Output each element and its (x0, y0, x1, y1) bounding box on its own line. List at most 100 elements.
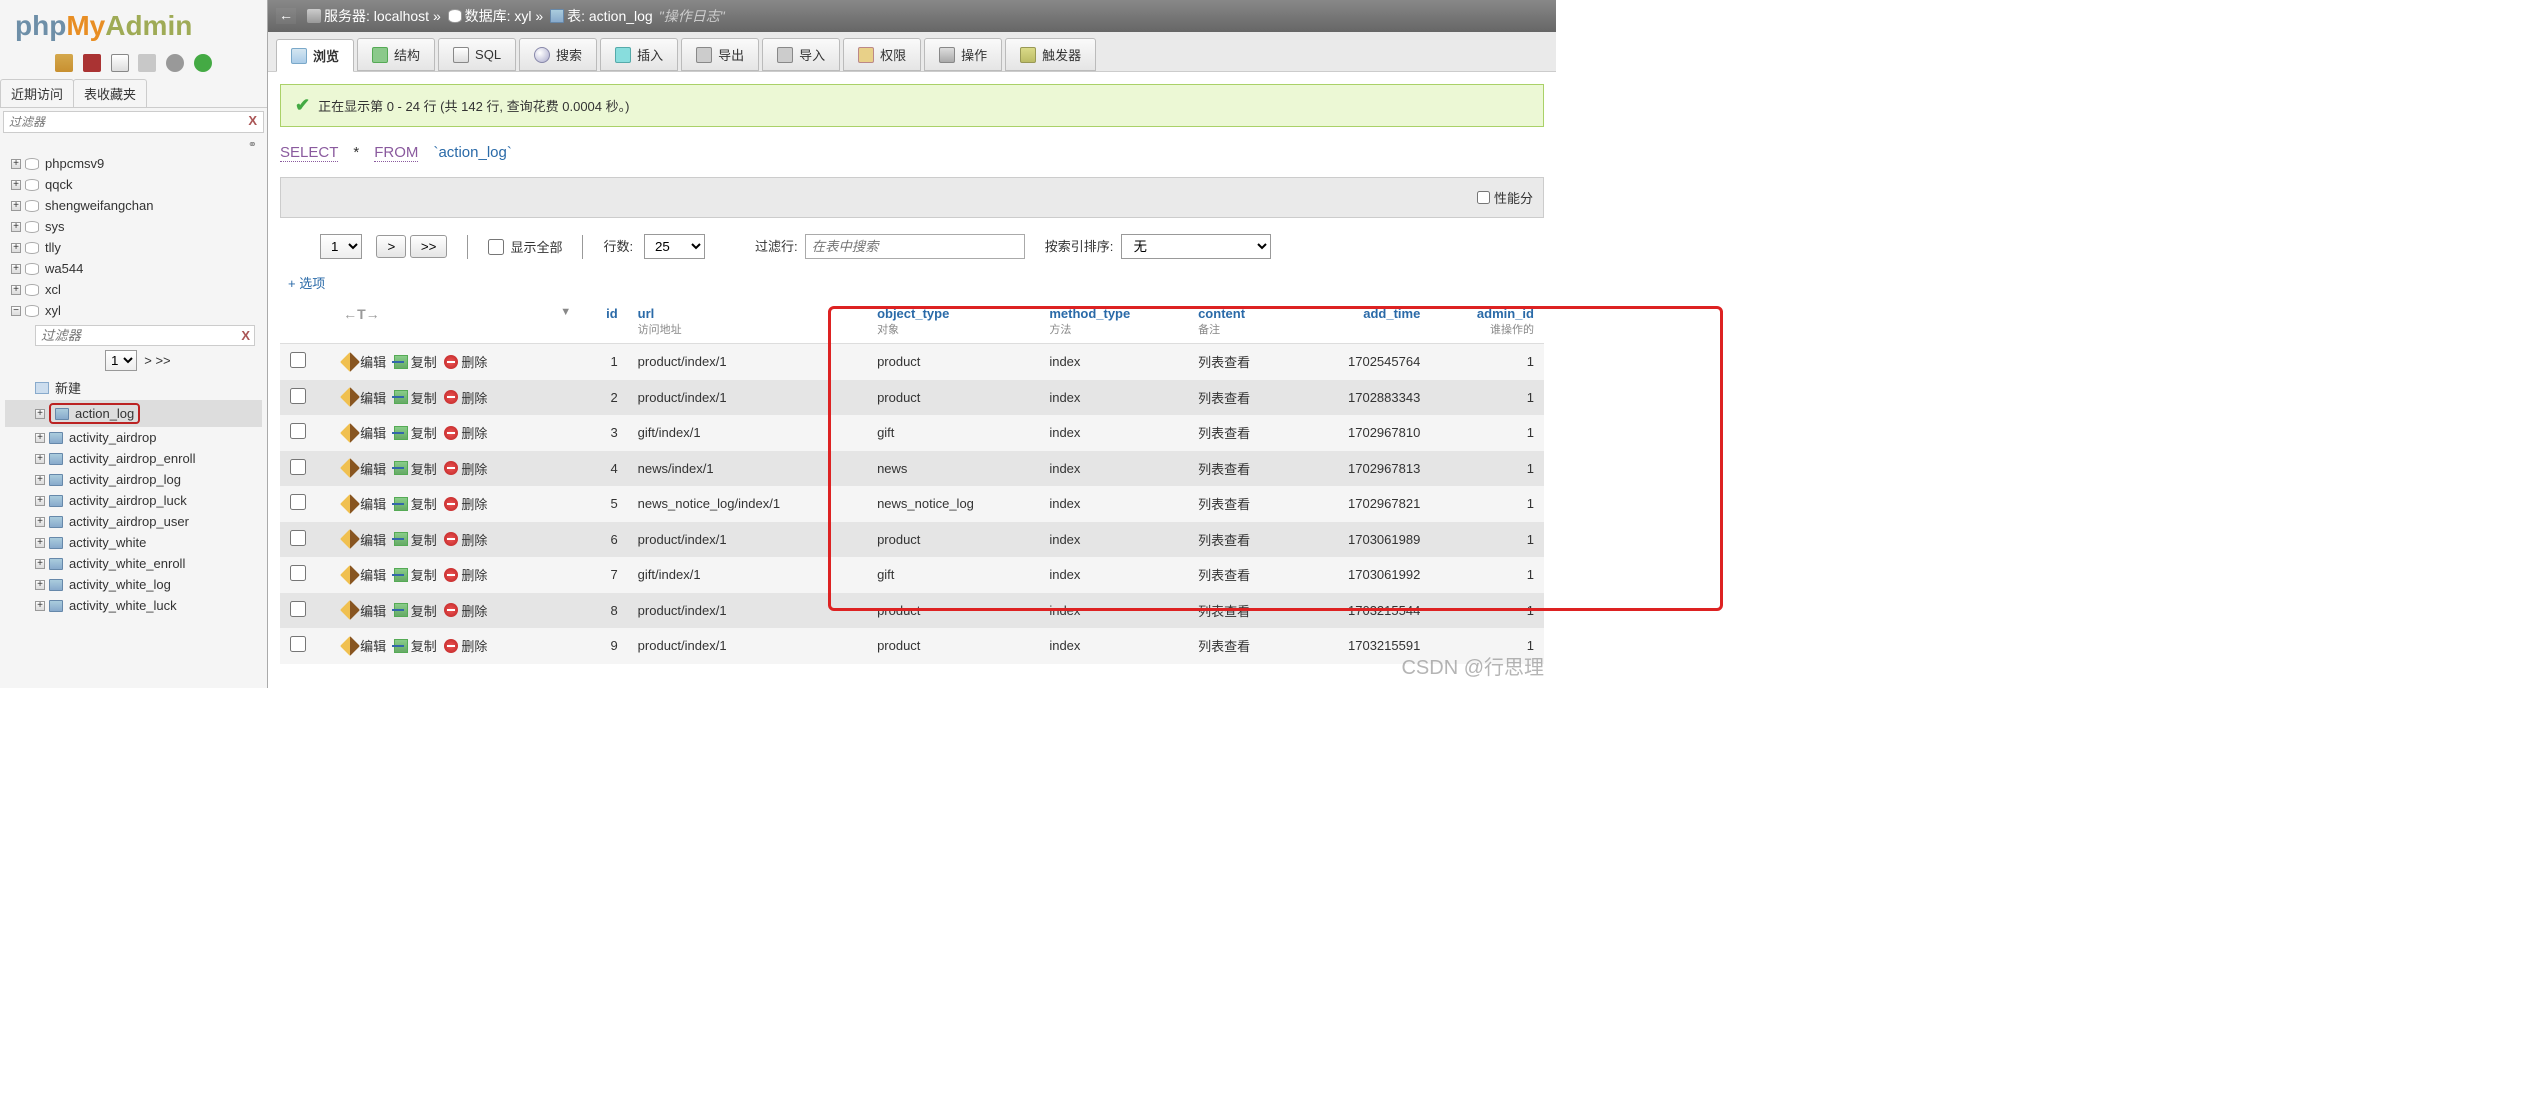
expand-icon[interactable]: + (11, 201, 21, 211)
tree-table-activity_airdrop_luck[interactable]: +activity_airdrop_luck (5, 490, 262, 511)
delete-link[interactable]: 删除 (444, 459, 487, 478)
sort-select[interactable]: 无 (1121, 234, 1271, 259)
clear-filter-icon[interactable]: X (248, 113, 257, 128)
sort-arrow-icon[interactable]: ▼ (560, 306, 571, 318)
tree-table-activity_airdrop_user[interactable]: +activity_airdrop_user (5, 511, 262, 532)
expand-icon[interactable]: + (35, 580, 45, 590)
copy-link[interactable]: 复制 (394, 352, 437, 371)
th-content[interactable]: content备注 (1188, 300, 1294, 344)
docs-icon[interactable] (138, 54, 156, 72)
tree-db-xcl[interactable]: +xcl (5, 279, 262, 300)
row-checkbox[interactable] (290, 636, 306, 652)
reload-icon[interactable] (194, 54, 212, 72)
row-checkbox[interactable] (290, 352, 306, 368)
edit-link[interactable]: 编辑 (343, 388, 386, 407)
tab-operations[interactable]: 操作 (924, 38, 1002, 71)
edit-link[interactable]: 编辑 (343, 636, 386, 655)
table-next[interactable]: > >> (144, 353, 170, 368)
th-id[interactable]: id (581, 300, 628, 344)
edit-link[interactable]: 编辑 (343, 601, 386, 620)
copy-link[interactable]: 复制 (394, 636, 437, 655)
tree-db-qqck[interactable]: +qqck (5, 174, 262, 195)
settings-icon[interactable] (166, 54, 184, 72)
last-page-button[interactable]: >> (410, 235, 448, 258)
back-button[interactable]: ← (276, 8, 296, 24)
tab-favorites[interactable]: 表收藏夹 (73, 79, 147, 107)
tree-table-activity_airdrop_log[interactable]: +activity_airdrop_log (5, 469, 262, 490)
delete-link[interactable]: 删除 (444, 388, 487, 407)
tree-new-table[interactable]: 新建 (5, 375, 262, 400)
th-object_type[interactable]: object_type对象 (867, 300, 1039, 344)
tree-db-xyl[interactable]: −xyl (5, 300, 262, 321)
expand-icon[interactable]: + (35, 538, 45, 548)
expand-icon[interactable]: + (35, 559, 45, 569)
copy-link[interactable]: 复制 (394, 601, 437, 620)
expand-icon[interactable]: + (11, 180, 21, 190)
tab-search[interactable]: 搜索 (519, 38, 597, 71)
expand-icon[interactable]: + (35, 433, 45, 443)
row-checkbox[interactable] (290, 565, 306, 581)
row-checkbox[interactable] (290, 459, 306, 475)
tab-privileges[interactable]: 权限 (843, 38, 921, 71)
home-icon[interactable] (55, 54, 73, 72)
tree-db-shengweifangchan[interactable]: +shengweifangchan (5, 195, 262, 216)
show-all-checkbox[interactable] (488, 239, 504, 255)
th-method_type[interactable]: method_type方法 (1039, 300, 1188, 344)
copy-link[interactable]: 复制 (394, 388, 437, 407)
tree-db-sys[interactable]: +sys (5, 216, 262, 237)
copy-link[interactable]: 复制 (394, 494, 437, 513)
row-checkbox[interactable] (290, 494, 306, 510)
edit-link[interactable]: 编辑 (343, 494, 386, 513)
expand-icon[interactable]: + (11, 264, 21, 274)
tab-structure[interactable]: 结构 (357, 38, 435, 71)
expand-icon[interactable]: + (35, 601, 45, 611)
edit-link[interactable]: 编辑 (343, 423, 386, 442)
expand-icon[interactable]: + (35, 517, 45, 527)
page-select[interactable]: 1 (320, 234, 362, 259)
delete-link[interactable]: 删除 (444, 530, 487, 549)
delete-link[interactable]: 删除 (444, 352, 487, 371)
expand-icon[interactable]: + (35, 475, 45, 485)
edit-link[interactable]: 编辑 (343, 352, 386, 371)
expand-icon[interactable]: + (11, 285, 21, 295)
rows-select[interactable]: 25 (644, 234, 705, 259)
row-checkbox[interactable] (290, 601, 306, 617)
perf-analysis-check[interactable]: 性能分 (1477, 188, 1533, 207)
tab-triggers[interactable]: 触发器 (1005, 38, 1096, 71)
db-filter-input[interactable] (3, 111, 264, 133)
sql-query-icon[interactable] (111, 54, 129, 72)
tree-table-activity_airdrop_enroll[interactable]: +activity_airdrop_enroll (5, 448, 262, 469)
tab-import[interactable]: 导入 (762, 38, 840, 71)
tab-export[interactable]: 导出 (681, 38, 759, 71)
delete-link[interactable]: 删除 (444, 494, 487, 513)
expand-icon[interactable]: + (11, 243, 21, 253)
edit-link[interactable]: 编辑 (343, 530, 386, 549)
expand-icon[interactable]: + (35, 409, 45, 419)
row-checkbox[interactable] (290, 530, 306, 546)
table-page-select[interactable]: 1 (105, 350, 137, 371)
tree-table-activity_white[interactable]: +activity_white (5, 532, 262, 553)
tab-sql[interactable]: SQL (438, 38, 516, 71)
expand-icon[interactable]: − (11, 306, 21, 316)
filter-rows-input[interactable] (805, 234, 1025, 259)
perf-checkbox[interactable] (1477, 191, 1490, 204)
delete-link[interactable]: 删除 (444, 601, 487, 620)
link-icon[interactable]: ⚭ (0, 136, 267, 153)
tree-table-action_log[interactable]: +action_log (5, 400, 262, 427)
tree-table-activity_white_luck[interactable]: +activity_white_luck (5, 595, 262, 616)
phpmyadmin-logo[interactable]: phpMyAdmin (0, 0, 267, 50)
next-page-button[interactable]: > (376, 235, 406, 258)
db-link[interactable]: xyl (514, 8, 531, 24)
tab-recent[interactable]: 近期访问 (0, 79, 74, 107)
clear-filter-icon[interactable]: X (241, 328, 250, 343)
expand-icon[interactable]: + (35, 454, 45, 464)
copy-link[interactable]: 复制 (394, 565, 437, 584)
copy-link[interactable]: 复制 (394, 530, 437, 549)
row-checkbox[interactable] (290, 423, 306, 439)
expand-icon[interactable]: + (11, 159, 21, 169)
th-admin_id[interactable]: admin_id谁操作的 (1430, 300, 1544, 344)
tree-table-activity_white_log[interactable]: +activity_white_log (5, 574, 262, 595)
table-filter-input[interactable] (35, 325, 255, 346)
tree-db-wa544[interactable]: +wa544 (5, 258, 262, 279)
delete-link[interactable]: 删除 (444, 565, 487, 584)
